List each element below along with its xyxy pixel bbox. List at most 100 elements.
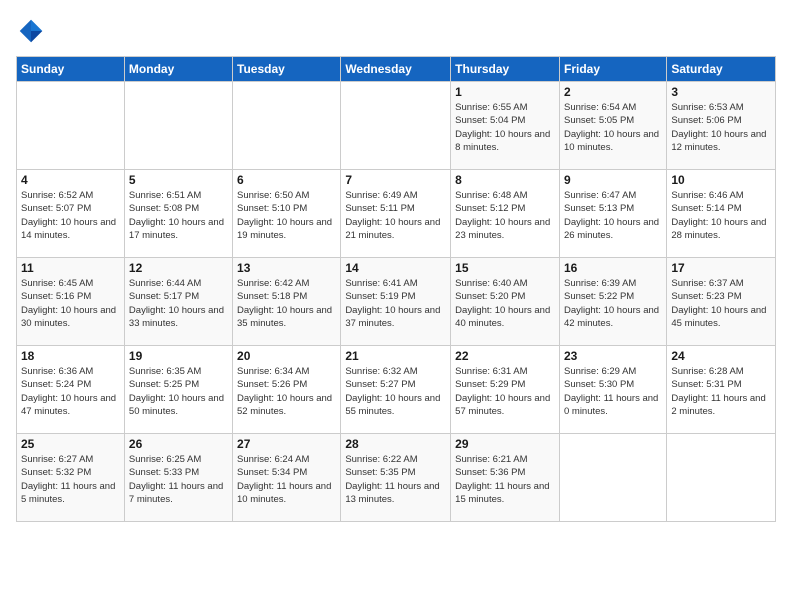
logo (16, 16, 50, 46)
day-cell: 24 Sunrise: 6:28 AM Sunset: 5:31 PM Dayli… (667, 346, 776, 434)
day-cell: 15 Sunrise: 6:40 AM Sunset: 5:20 PM Dayli… (451, 258, 560, 346)
day-info: Sunrise: 6:39 AM Sunset: 5:22 PM Dayligh… (564, 277, 662, 330)
calendar-page: SundayMondayTuesdayWednesdayThursdayFrid… (0, 0, 792, 612)
day-number: 3 (671, 85, 771, 99)
day-cell: 25 Sunrise: 6:27 AM Sunset: 5:32 PM Dayli… (17, 434, 125, 522)
day-cell: 14 Sunrise: 6:41 AM Sunset: 5:19 PM Dayli… (341, 258, 451, 346)
day-number: 24 (671, 349, 771, 363)
day-info: Sunrise: 6:32 AM Sunset: 5:27 PM Dayligh… (345, 365, 446, 418)
day-info: Sunrise: 6:41 AM Sunset: 5:19 PM Dayligh… (345, 277, 446, 330)
day-number: 26 (129, 437, 228, 451)
col-header-saturday: Saturday (667, 57, 776, 82)
day-cell: 20 Sunrise: 6:34 AM Sunset: 5:26 PM Dayli… (233, 346, 341, 434)
week-row: 18Sunrise: 6:36 AM Sunset: 5:24 PM Dayli… (17, 346, 776, 434)
day-cell: 4 Sunrise: 6:52 AM Sunset: 5:07 PM Daylig… (17, 170, 125, 258)
day-info: Sunrise: 6:55 AM Sunset: 5:04 PM Dayligh… (455, 101, 555, 154)
day-cell (341, 82, 451, 170)
day-cell (667, 434, 776, 522)
day-number: 7 (345, 173, 446, 187)
day-info: Sunrise: 6:50 AM Sunset: 5:10 PM Dayligh… (237, 189, 336, 242)
day-info: Sunrise: 6:37 AM Sunset: 5:23 PM Dayligh… (671, 277, 771, 330)
week-row: 1 Sunrise: 6:55 AM Sunset: 5:04 PM Daylig… (17, 82, 776, 170)
day-number: 25 (21, 437, 120, 451)
day-info: Sunrise: 6:31 AM Sunset: 5:29 PM Dayligh… (455, 365, 555, 418)
day-info: Sunrise: 6:35 AM Sunset: 5:25 PM Dayligh… (129, 365, 228, 418)
day-number: 29 (455, 437, 555, 451)
day-cell: 17 Sunrise: 6:37 AM Sunset: 5:23 PM Dayli… (667, 258, 776, 346)
day-cell: 18Sunrise: 6:36 AM Sunset: 5:24 PM Dayli… (17, 346, 125, 434)
day-cell (17, 82, 125, 170)
day-number: 14 (345, 261, 446, 275)
day-number: 17 (671, 261, 771, 275)
day-number: 23 (564, 349, 662, 363)
logo-icon (16, 16, 46, 46)
day-cell: 8 Sunrise: 6:48 AM Sunset: 5:12 PM Daylig… (451, 170, 560, 258)
day-cell: 10 Sunrise: 6:46 AM Sunset: 5:14 PM Dayli… (667, 170, 776, 258)
day-number: 8 (455, 173, 555, 187)
col-header-tuesday: Tuesday (233, 57, 341, 82)
day-cell: 16 Sunrise: 6:39 AM Sunset: 5:22 PM Dayli… (559, 258, 666, 346)
day-number: 22 (455, 349, 555, 363)
day-cell: 6 Sunrise: 6:50 AM Sunset: 5:10 PM Daylig… (233, 170, 341, 258)
day-number: 16 (564, 261, 662, 275)
day-cell: 11 Sunrise: 6:45 AM Sunset: 5:16 PM Dayli… (17, 258, 125, 346)
day-cell: 5Sunrise: 6:51 AM Sunset: 5:08 PM Daylig… (124, 170, 232, 258)
day-info: Sunrise: 6:21 AM Sunset: 5:36 PM Dayligh… (455, 453, 555, 506)
col-header-sunday: Sunday (17, 57, 125, 82)
day-number: 1 (455, 85, 555, 99)
header (16, 16, 776, 46)
day-cell: 13 Sunrise: 6:42 AM Sunset: 5:18 PM Dayli… (233, 258, 341, 346)
day-cell: 1 Sunrise: 6:55 AM Sunset: 5:04 PM Daylig… (451, 82, 560, 170)
day-info: Sunrise: 6:46 AM Sunset: 5:14 PM Dayligh… (671, 189, 771, 242)
day-number: 15 (455, 261, 555, 275)
day-info: Sunrise: 6:34 AM Sunset: 5:26 PM Dayligh… (237, 365, 336, 418)
day-cell: 12Sunrise: 6:44 AM Sunset: 5:17 PM Dayli… (124, 258, 232, 346)
day-number: 20 (237, 349, 336, 363)
day-cell: 7Sunrise: 6:49 AM Sunset: 5:11 PM Daylig… (341, 170, 451, 258)
day-info: Sunrise: 6:24 AM Sunset: 5:34 PM Dayligh… (237, 453, 336, 506)
day-cell: 19 Sunrise: 6:35 AM Sunset: 5:25 PM Dayli… (124, 346, 232, 434)
header-row: SundayMondayTuesdayWednesdayThursdayFrid… (17, 57, 776, 82)
day-number: 2 (564, 85, 662, 99)
day-info: Sunrise: 6:54 AM Sunset: 5:05 PM Dayligh… (564, 101, 662, 154)
col-header-thursday: Thursday (451, 57, 560, 82)
day-number: 19 (129, 349, 228, 363)
week-row: 4 Sunrise: 6:52 AM Sunset: 5:07 PM Daylig… (17, 170, 776, 258)
day-info: Sunrise: 6:44 AM Sunset: 5:17 PM Dayligh… (129, 277, 228, 330)
day-info: Sunrise: 6:29 AM Sunset: 5:30 PM Dayligh… (564, 365, 662, 418)
day-cell (559, 434, 666, 522)
day-info: Sunrise: 6:52 AM Sunset: 5:07 PM Dayligh… (21, 189, 120, 242)
day-info: Sunrise: 6:51 AM Sunset: 5:08 PM Dayligh… (129, 189, 228, 242)
col-header-wednesday: Wednesday (341, 57, 451, 82)
day-cell: 22 Sunrise: 6:31 AM Sunset: 5:29 PM Dayli… (451, 346, 560, 434)
day-cell: 2 Sunrise: 6:54 AM Sunset: 5:05 PM Daylig… (559, 82, 666, 170)
day-cell: 23 Sunrise: 6:29 AM Sunset: 5:30 PM Dayli… (559, 346, 666, 434)
day-number: 28 (345, 437, 446, 451)
day-number: 6 (237, 173, 336, 187)
day-cell (233, 82, 341, 170)
col-header-friday: Friday (559, 57, 666, 82)
day-info: Sunrise: 6:28 AM Sunset: 5:31 PM Dayligh… (671, 365, 771, 418)
day-number: 27 (237, 437, 336, 451)
day-cell: 28Sunrise: 6:22 AM Sunset: 5:35 PM Dayli… (341, 434, 451, 522)
week-row: 25 Sunrise: 6:27 AM Sunset: 5:32 PM Dayli… (17, 434, 776, 522)
day-cell (124, 82, 232, 170)
day-info: Sunrise: 6:27 AM Sunset: 5:32 PM Dayligh… (21, 453, 120, 506)
col-header-monday: Monday (124, 57, 232, 82)
day-cell: 27 Sunrise: 6:24 AM Sunset: 5:34 PM Dayli… (233, 434, 341, 522)
day-number: 13 (237, 261, 336, 275)
day-info: Sunrise: 6:45 AM Sunset: 5:16 PM Dayligh… (21, 277, 120, 330)
day-number: 10 (671, 173, 771, 187)
day-info: Sunrise: 6:40 AM Sunset: 5:20 PM Dayligh… (455, 277, 555, 330)
day-number: 4 (21, 173, 120, 187)
day-cell: 26 Sunrise: 6:25 AM Sunset: 5:33 PM Dayli… (124, 434, 232, 522)
day-info: Sunrise: 6:25 AM Sunset: 5:33 PM Dayligh… (129, 453, 228, 506)
day-info: Sunrise: 6:48 AM Sunset: 5:12 PM Dayligh… (455, 189, 555, 242)
day-cell: 3Sunrise: 6:53 AM Sunset: 5:06 PM Daylig… (667, 82, 776, 170)
day-number: 11 (21, 261, 120, 275)
day-number: 21 (345, 349, 446, 363)
day-cell: 9Sunrise: 6:47 AM Sunset: 5:13 PM Daylig… (559, 170, 666, 258)
day-info: Sunrise: 6:42 AM Sunset: 5:18 PM Dayligh… (237, 277, 336, 330)
calendar-table: SundayMondayTuesdayWednesdayThursdayFrid… (16, 56, 776, 522)
day-cell: 21 Sunrise: 6:32 AM Sunset: 5:27 PM Dayli… (341, 346, 451, 434)
